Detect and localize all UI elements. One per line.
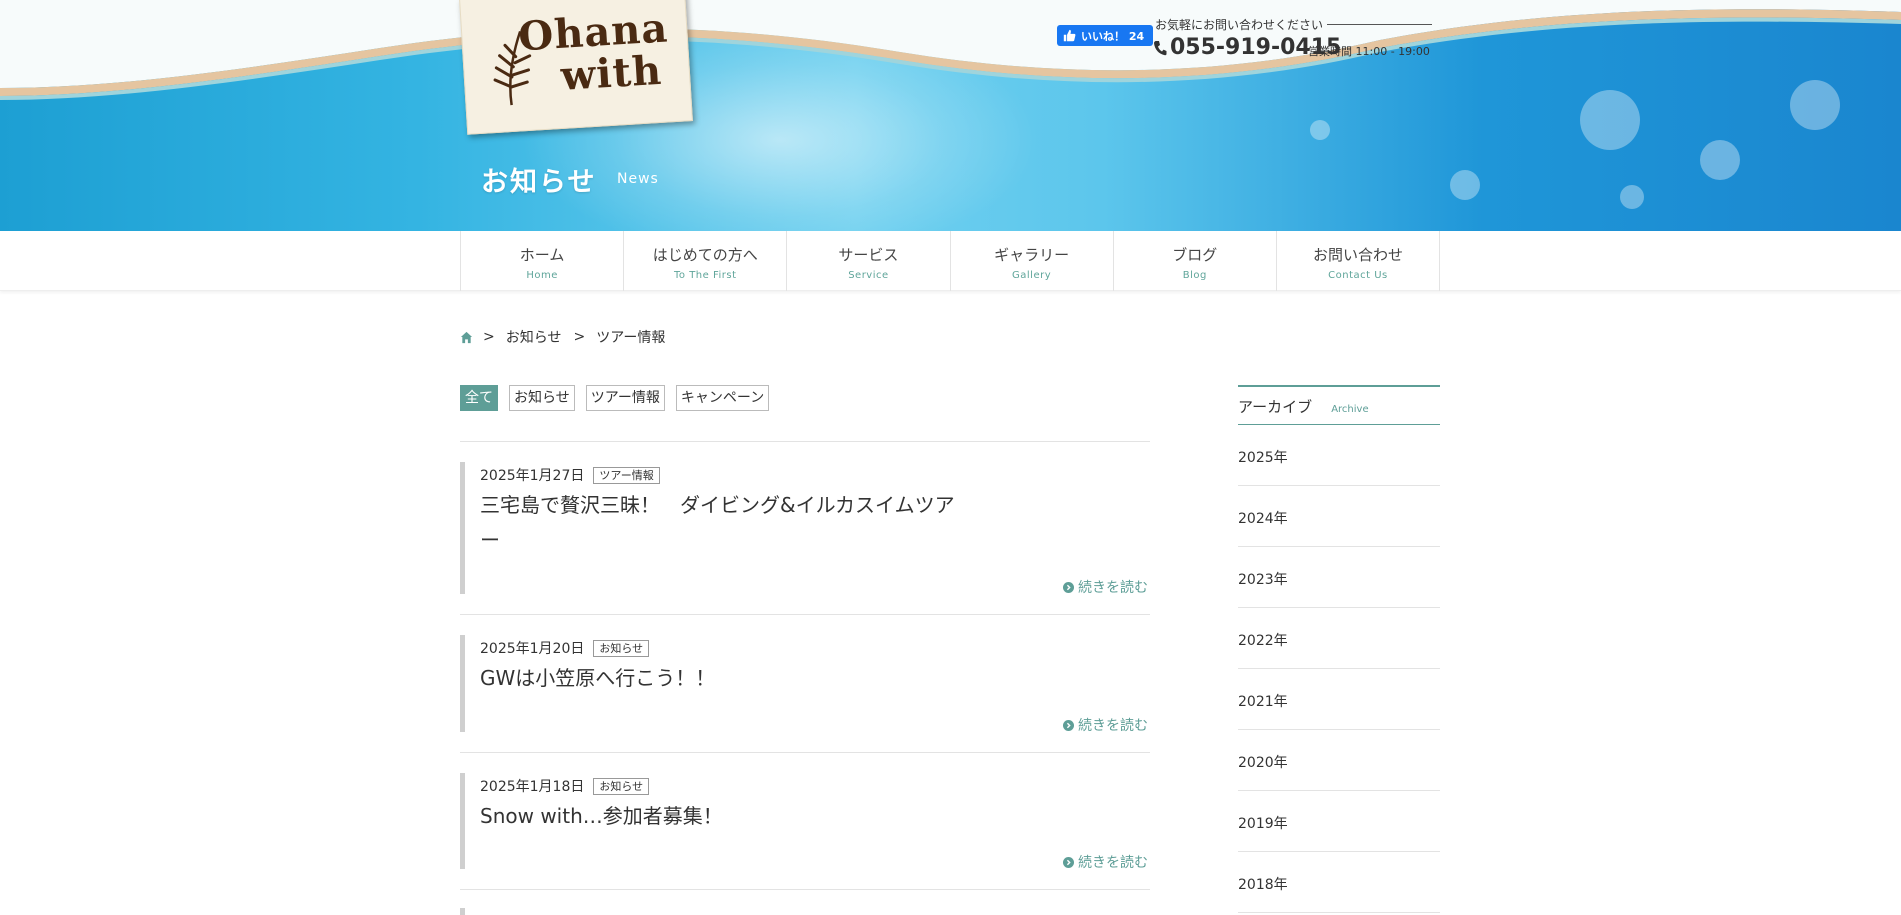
nav-item-gallery[interactable]: ギャラリー Gallery [951, 231, 1114, 291]
post-title[interactable]: Snow with…参加者募集！ [480, 799, 960, 834]
nav-item-sublabel: Gallery [1012, 270, 1052, 281]
post-item: 2025年1月18日 お知らせ Snow with…参加者募集！ 続きを読む [460, 773, 1150, 890]
archive-year-link[interactable]: 2020年 [1238, 730, 1440, 791]
archive-year-link[interactable]: 2019年 [1238, 791, 1440, 852]
nav-item-label: ギャラリー [994, 246, 1070, 264]
post-date: 2025年1月27日 [480, 468, 585, 484]
archive-year-link[interactable]: 2018年 [1238, 852, 1440, 913]
archive-year-link[interactable]: 2024年 [1238, 486, 1440, 547]
hero-bubble [1310, 120, 1330, 140]
page-title-en: News [617, 171, 659, 187]
archive-year-link[interactable]: 2022年 [1238, 608, 1440, 669]
archive-sidebar: アーカイブ Archive 2025年 2024年 2023年 2022年 20… [1238, 385, 1440, 913]
phone-icon [1154, 40, 1167, 55]
archive-title-en: Archive [1331, 404, 1369, 415]
nav-item-label: お問い合わせ [1312, 246, 1403, 264]
hero-bubble [1700, 140, 1740, 180]
post-item: 2025年1月27日 ツアー情報 三宅島で贅沢三昧！ ダイビング&イルカスイムツ… [460, 462, 1150, 615]
nav-item-contact[interactable]: お問い合わせ Contact Us [1277, 231, 1441, 291]
post-category-badge[interactable]: ツアー情報 [593, 466, 660, 484]
circle-arrow-icon [1063, 856, 1074, 868]
contact-divider [1327, 24, 1432, 25]
post-date: 2025年1月18日 [480, 779, 585, 795]
nav-item-label: はじめての方へ [652, 246, 758, 264]
page-title: お知らせ [481, 167, 597, 198]
post-item: 2025年1月20日 お知らせ GWは小笠原へ行こう！！ 続きを読む [460, 635, 1150, 753]
archive-year-link[interactable]: 2021年 [1238, 669, 1440, 730]
breadcrumb-separator: > [573, 329, 586, 345]
circle-arrow-icon [1063, 719, 1074, 731]
hero-bubble [1620, 185, 1644, 209]
facebook-like-button[interactable]: いいね！ 24 [1057, 25, 1153, 46]
thumbs-up-icon [1063, 29, 1076, 42]
read-more-link[interactable]: 続きを読む [1063, 577, 1148, 597]
nav-item-service[interactable]: サービス Service [787, 231, 951, 291]
archive-heading: アーカイブ Archive [1238, 385, 1440, 425]
post-accent-bar [460, 635, 465, 732]
read-more-link[interactable]: 続きを読む [1063, 715, 1148, 735]
post-item-partial [460, 908, 1150, 915]
read-more-label: 続きを読む [1078, 718, 1148, 734]
post-accent-bar [460, 908, 465, 915]
breadcrumb: > お知らせ > ツアー情報 [460, 327, 677, 347]
global-nav-list: ホーム Home はじめての方へ To The First サービス Servi… [460, 231, 1441, 291]
tab-all[interactable]: 全て [460, 385, 498, 411]
header-wave [0, 0, 1901, 100]
breadcrumb-item-current: ツアー情報 [596, 330, 666, 346]
category-tabs: 全て お知らせ ツアー情報 キャンペーン [460, 385, 770, 411]
post-meta: 2025年1月18日 お知らせ [480, 776, 650, 796]
archive-year-link[interactable]: 2023年 [1238, 547, 1440, 608]
post-divider [460, 614, 1150, 615]
nav-item-sublabel: Service [848, 270, 889, 281]
read-more-link[interactable]: 続きを読む [1063, 852, 1148, 872]
nav-item-to-the-first[interactable]: はじめての方へ To The First [624, 231, 788, 291]
tab-tour-info[interactable]: ツアー情報 [585, 385, 665, 411]
business-hours: 営業時間 11:00 - 19:00 [1308, 45, 1430, 58]
facebook-like-label: いいね！ 24 [1081, 29, 1145, 43]
post-accent-bar [460, 773, 465, 869]
nav-item-blog[interactable]: ブログ Blog [1114, 231, 1277, 291]
tab-campaign[interactable]: キャンペーン [675, 385, 770, 411]
post-divider [460, 889, 1150, 890]
post-meta: 2025年1月20日 お知らせ [480, 638, 650, 658]
post-category-badge[interactable]: お知らせ [593, 639, 650, 657]
circle-arrow-icon [1063, 581, 1074, 593]
post-title[interactable]: 三宅島で贅沢三昧！ ダイビング&イルカスイムツアー [480, 488, 960, 558]
nav-item-sublabel: Contact Us [1328, 270, 1388, 281]
global-nav: ホーム Home はじめての方へ To The First サービス Servi… [0, 231, 1901, 291]
home-icon[interactable] [460, 331, 473, 344]
logo[interactable]: Ohana with [459, 0, 693, 135]
nav-item-label: ホーム [519, 246, 565, 264]
nav-item-sublabel: Blog [1182, 270, 1207, 281]
nav-item-sublabel: To The First [673, 270, 737, 281]
nav-item-home[interactable]: ホーム Home [461, 231, 625, 291]
breadcrumb-separator: > [483, 329, 495, 345]
post-date: 2025年1月20日 [480, 641, 585, 657]
nav-item-label: サービス [838, 246, 899, 264]
archive-year-link[interactable]: 2025年 [1238, 425, 1440, 486]
archive-title: アーカイブ [1238, 398, 1313, 416]
read-more-label: 続きを読む [1078, 580, 1148, 596]
post-title[interactable]: GWは小笠原へ行こう！！ [480, 661, 960, 696]
nav-item-label: ブログ [1172, 246, 1218, 264]
post-divider [460, 752, 1150, 753]
post-meta: 2025年1月27日 ツアー情報 [480, 465, 660, 485]
hero-bubble [1450, 170, 1480, 200]
nav-item-sublabel: Home [526, 270, 558, 281]
post-accent-bar [460, 462, 465, 594]
header-hero: Ohana with お知らせ News いいね！ 24 お気軽にお問い合わせく… [0, 0, 1901, 231]
read-more-label: 続きを読む [1078, 855, 1148, 871]
contact-lead: お気軽にお問い合わせください [1155, 18, 1324, 32]
tab-news[interactable]: お知らせ [509, 385, 575, 411]
logo-text: Ohana with [517, 4, 692, 100]
post-category-badge[interactable]: お知らせ [593, 777, 650, 795]
breadcrumb-item-news[interactable]: お知らせ [506, 327, 562, 347]
content-divider [460, 441, 1150, 442]
